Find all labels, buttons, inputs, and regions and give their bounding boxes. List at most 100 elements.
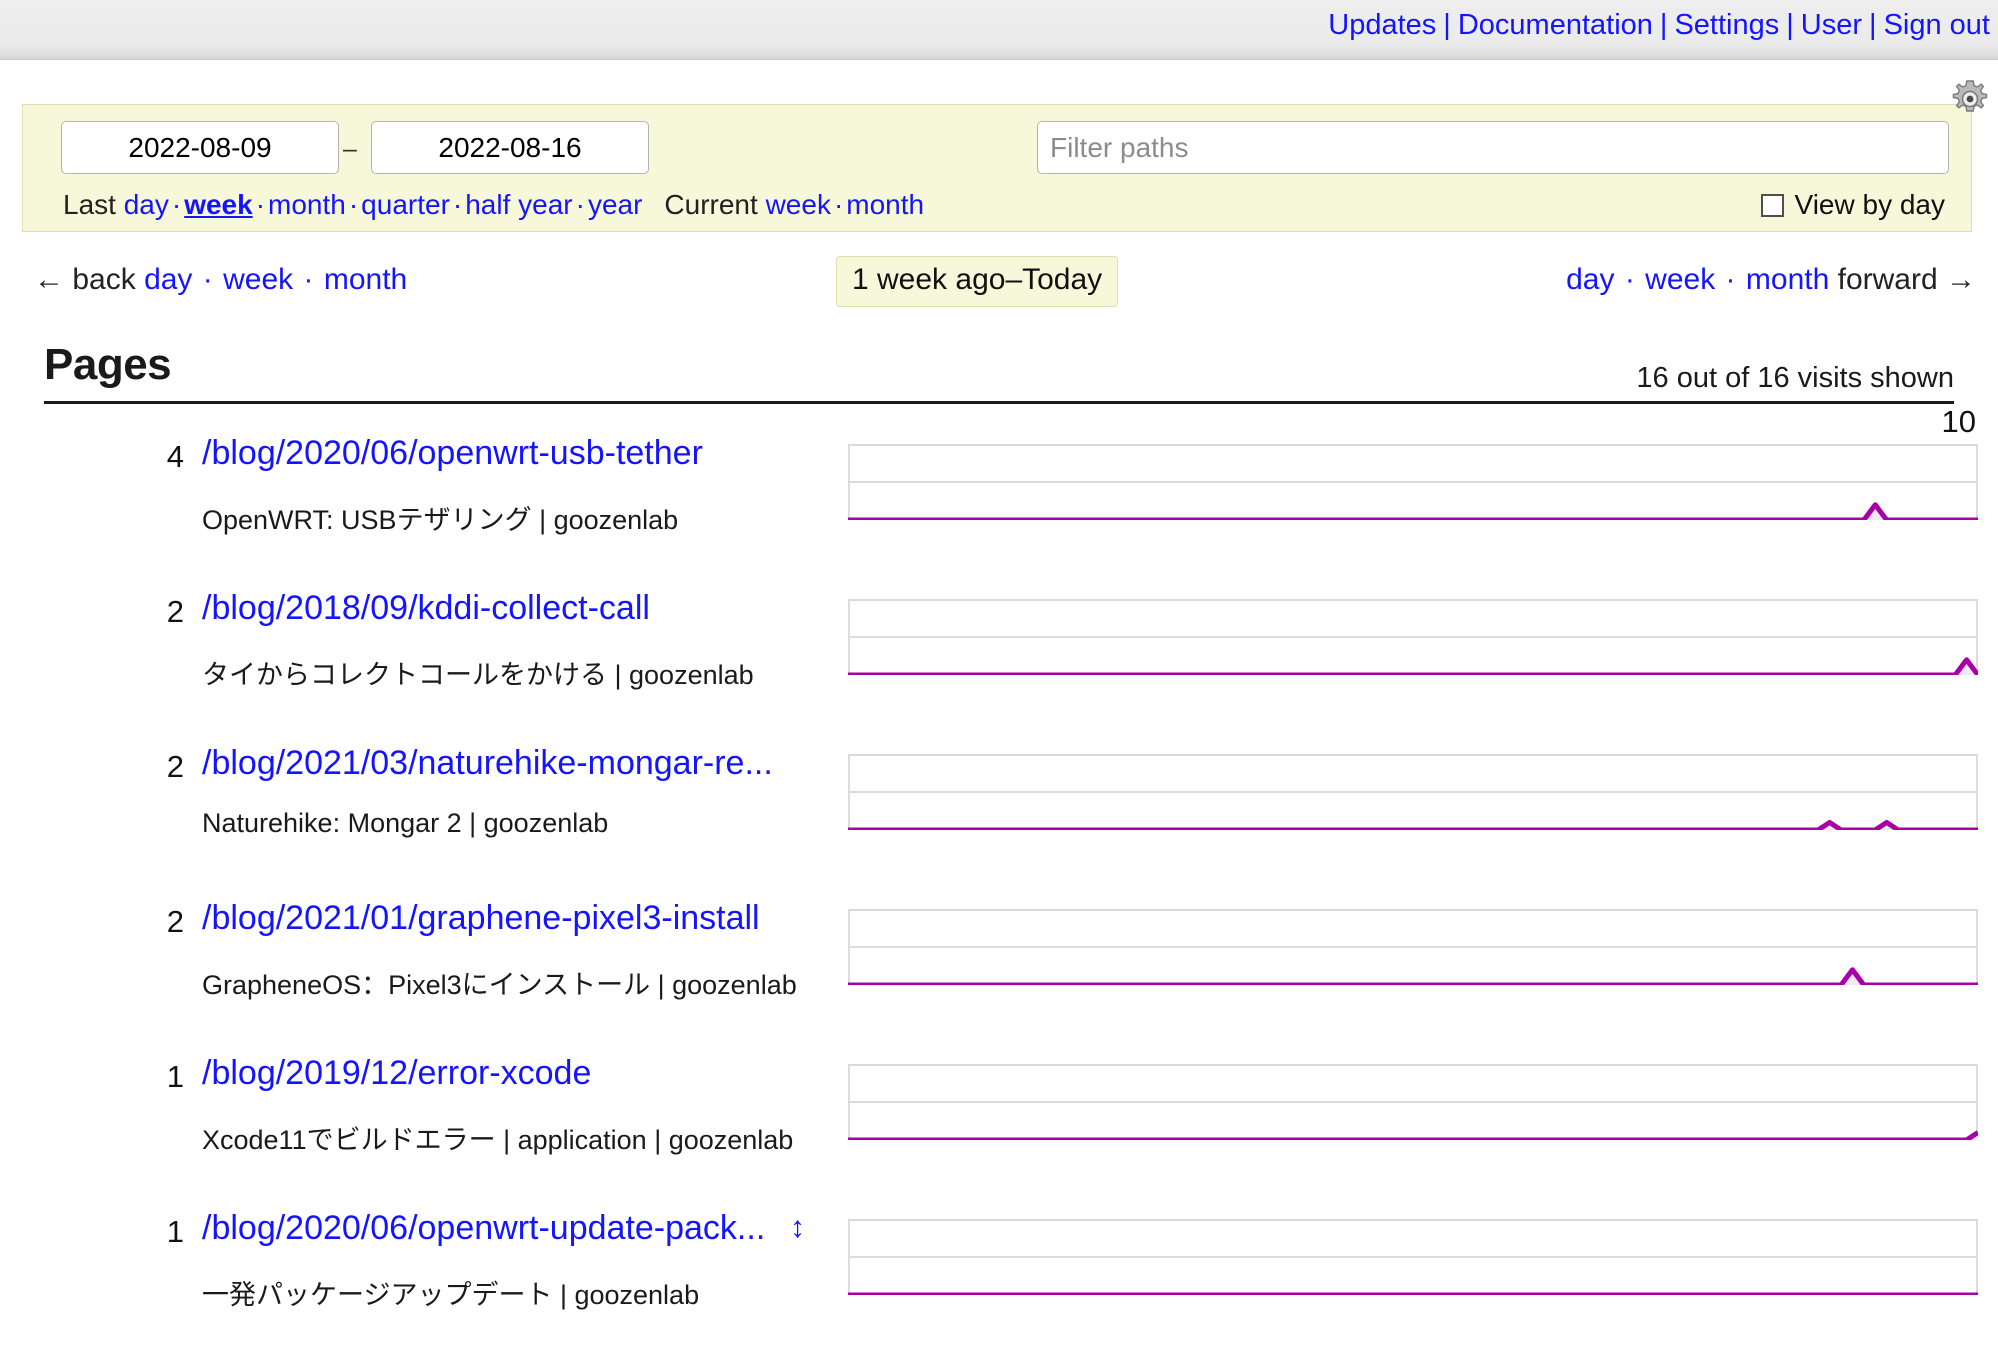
sparkline-line	[848, 1132, 1978, 1140]
page-title-text: OpenWRT: USBテザリング | goozenlab	[202, 505, 679, 535]
visits-sparkline	[848, 1219, 1978, 1295]
table-row: 1/blog/2020/06/openwrt-update-pack... ↕ 一発…	[0, 1193, 1998, 1348]
back-label: back	[72, 263, 145, 296]
forward-arrow-icon: →	[1946, 263, 1976, 296]
page-title-text: Naturehike: Mongar 2 | goozenlab	[202, 808, 609, 838]
view-by-day-checkbox[interactable]	[1760, 193, 1784, 217]
page-path-link[interactable]: /blog/2021/01/graphene-pixel3-install	[202, 899, 760, 938]
visit-count: 1	[166, 1059, 184, 1094]
page-path-link[interactable]: /blog/2018/09/kddi-collect-call	[202, 589, 650, 628]
page-title-text: GrapheneOS：Pixel3にインストール | goozenlab	[202, 970, 797, 1000]
nav-separator: ·	[1616, 263, 1644, 296]
sparkline-svg	[848, 909, 1978, 985]
forward-week[interactable]: week	[1645, 263, 1715, 296]
visits-sparkline	[848, 909, 1978, 985]
chart-y-max-label: 10	[1941, 404, 1976, 439]
table-row: 1/blog/2019/12/error-xcode Xcode11でビルドエラー…	[0, 1038, 1998, 1193]
visits-shown-label: 16 out of 16 visits shown	[1636, 362, 1954, 394]
forward-navigation: day · week · month forward →	[1566, 263, 1976, 297]
section-header: Pages 16 out of 16 visits shown	[44, 340, 1954, 394]
section-divider	[44, 401, 1954, 404]
back-navigation: ← back day · week · month	[34, 263, 407, 297]
pages-list: 4/blog/2020/06/openwrt-usb-tether OpenWRT…	[0, 404, 1998, 1348]
back-week[interactable]: week	[223, 263, 293, 296]
topnav-separator: |	[1869, 9, 1877, 41]
nav-separator: ·	[1717, 263, 1744, 296]
topnav-separator: |	[1659, 9, 1668, 41]
visits-sparkline	[848, 1064, 1978, 1140]
filter-paths-input[interactable]	[1037, 121, 1949, 174]
current-label: Current	[664, 189, 766, 220]
expand-rows-icon[interactable]: ↕	[790, 1211, 805, 1245]
range-separator: ·	[348, 189, 359, 220]
sparkline-svg	[848, 599, 1978, 675]
page-path-link[interactable]: /blog/2021/03/naturehike-mongar-re...	[202, 744, 773, 783]
top-navigation: Updates | Documentation | Settings | User | Sign…	[1328, 9, 1990, 42]
date-range-separator: –	[343, 135, 357, 163]
sparkline-line	[848, 505, 1978, 520]
sparkline-svg	[848, 754, 1978, 830]
forward-day[interactable]: day	[1566, 263, 1614, 296]
nav-separator: ·	[194, 263, 222, 296]
filter-panel: – Last day·week·month·quarter·half year·…	[22, 104, 1972, 232]
last-range-day[interactable]: day	[124, 189, 169, 220]
sparkline-svg	[848, 444, 1978, 520]
last-range-month[interactable]: month	[268, 189, 346, 220]
view-by-day-label: View by day	[1794, 189, 1945, 220]
period-navigation-row: ← back day · week · month 1 week ago–Tod…	[0, 255, 1998, 317]
range-separator: ·	[452, 189, 463, 220]
table-row: 2/blog/2021/01/graphene-pixel3-install Gr…	[0, 883, 1998, 1038]
forward-month[interactable]: month	[1746, 263, 1829, 296]
visits-sparkline	[848, 599, 1978, 675]
gear-icon[interactable]	[1948, 78, 1992, 122]
nav-separator: ·	[295, 263, 322, 296]
nav-documentation[interactable]: Documentation	[1458, 9, 1653, 41]
nav-sign-out[interactable]: Sign out	[1884, 9, 1990, 41]
back-arrow-icon: ←	[34, 263, 73, 296]
date-from-input[interactable]	[61, 121, 339, 174]
quick-range-links: Last day · week · month · quarter · half year · ye…	[63, 189, 924, 221]
range-separator: ·	[171, 189, 182, 220]
page-path-link[interactable]: /blog/2020/06/openwrt-update-pack...	[202, 1209, 765, 1248]
visits-sparkline: 10	[848, 404, 1978, 520]
range-separator: ·	[833, 189, 844, 220]
visits-sparkline	[848, 754, 1978, 830]
topnav-separator: |	[1786, 9, 1794, 41]
last-label: Last	[63, 189, 124, 220]
table-row: 4/blog/2020/06/openwrt-usb-tether OpenWRT…	[0, 404, 1998, 573]
sparkline-line	[848, 970, 1978, 985]
page-title: Pages	[44, 340, 172, 389]
current-range-badge: 1 week ago–Today	[836, 256, 1119, 307]
page-path-link[interactable]: /blog/2020/06/openwrt-usb-tether	[202, 434, 703, 473]
current-range-week[interactable]: week	[766, 189, 831, 220]
nav-updates[interactable]: Updates	[1328, 9, 1436, 41]
sparkline-line	[848, 822, 1978, 830]
visit-count: 2	[166, 594, 184, 629]
range-separator: ·	[255, 189, 266, 220]
last-range-year[interactable]: year	[588, 189, 642, 220]
range-separator: ·	[575, 189, 585, 220]
nav-user[interactable]: User	[1801, 9, 1862, 41]
last-range-half-year[interactable]: half year	[465, 189, 572, 220]
back-month[interactable]: month	[324, 263, 407, 296]
table-row: 2/blog/2018/09/kddi-collect-call タイからコレクト…	[0, 573, 1998, 728]
date-to-input[interactable]	[371, 121, 649, 174]
visit-count: 2	[166, 749, 184, 784]
page-title-text: Xcode11でビルドエラー | application | goozenlab	[202, 1125, 794, 1155]
topnav-separator: |	[1443, 9, 1451, 41]
nav-settings[interactable]: Settings	[1674, 9, 1779, 41]
visit-count: 2	[166, 904, 184, 939]
visit-count: 1	[166, 1214, 184, 1249]
sparkline-svg	[848, 1064, 1978, 1140]
view-by-day-toggle[interactable]: View by day	[1760, 189, 1945, 221]
last-range-week[interactable]: week	[184, 189, 253, 220]
forward-label: forward	[1829, 263, 1946, 296]
page-title-text: 一発パッケージアップデート | goozenlab	[202, 1280, 700, 1310]
page-path-link[interactable]: /blog/2019/12/error-xcode	[202, 1054, 591, 1093]
table-row: 2/blog/2021/03/naturehike-mongar-re... Na…	[0, 728, 1998, 883]
visit-count: 4	[166, 439, 184, 474]
back-day[interactable]: day	[144, 263, 192, 296]
current-range-month[interactable]: month	[846, 189, 924, 220]
last-range-quarter[interactable]: quarter	[361, 189, 450, 220]
top-bar: Updates | Documentation | Settings | User | Sign…	[0, 0, 1998, 60]
